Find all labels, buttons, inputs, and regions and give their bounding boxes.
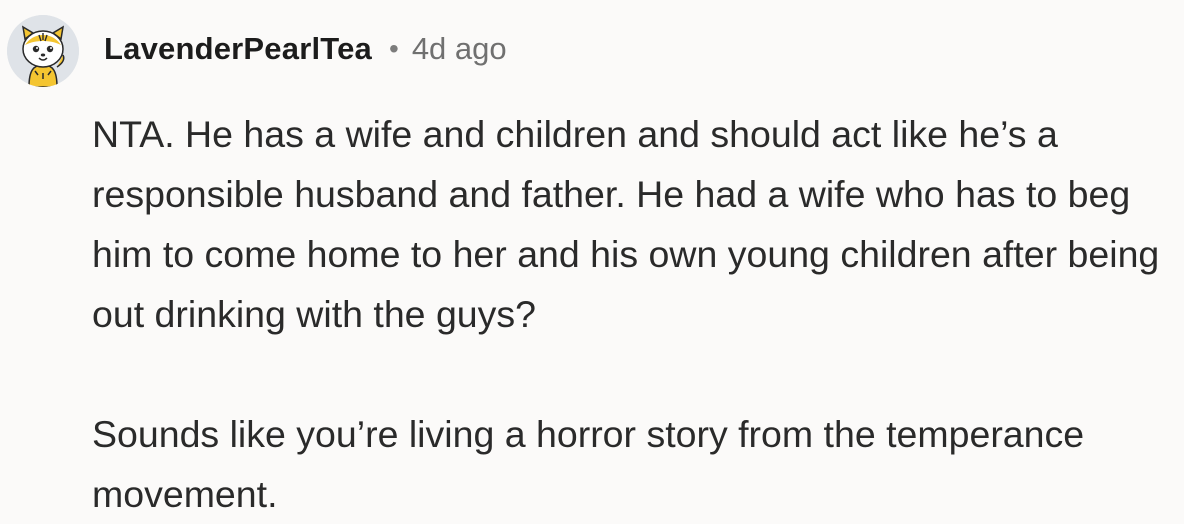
comment-paragraph: NTA. He has a wife and children and shou…: [92, 113, 1160, 335]
comment-body: NTA. He has a wife and children and shou…: [92, 104, 1177, 524]
comment: LavenderPearlTea • 4d ago NTA. He has a …: [0, 0, 1184, 515]
comment-meta: LavenderPearlTea • 4d ago: [104, 29, 507, 69]
username-link[interactable]: LavenderPearlTea: [104, 31, 372, 67]
comment-paragraph: Sounds like you’re living a horror story…: [92, 413, 1085, 515]
timestamp[interactable]: 4d ago: [412, 31, 507, 67]
tiger-mascot-icon: [7, 15, 79, 87]
avatar[interactable]: [7, 15, 79, 87]
meta-separator: •: [389, 33, 399, 64]
